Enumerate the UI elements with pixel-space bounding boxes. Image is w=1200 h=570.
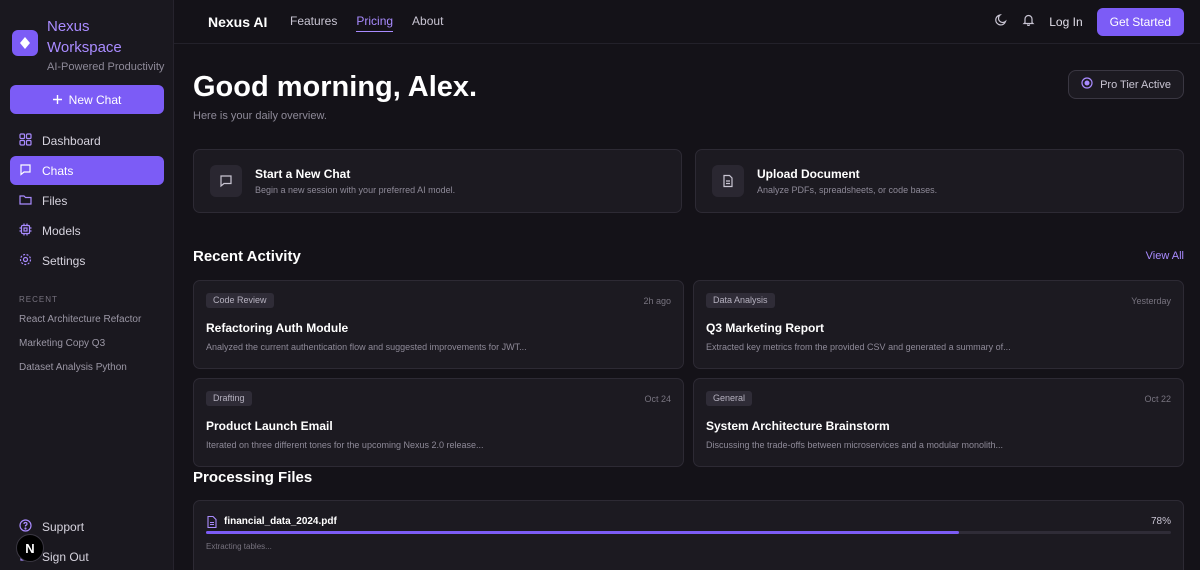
action-title: Start a New Chat: [255, 167, 351, 181]
help-circle-icon: [19, 519, 32, 535]
pro-tier-label: Pro Tier Active: [1100, 78, 1171, 91]
top-navbar: Nexus AI Features Pricing About Log In G…: [174, 0, 1200, 44]
sidebar-item-files[interactable]: Files: [10, 186, 164, 215]
sidebar-item-label: Files: [42, 193, 68, 208]
recent-item[interactable]: Dataset Analysis Python: [19, 362, 141, 386]
upload-document-card[interactable]: Upload Document Analyze PDFs, spreadshee…: [695, 149, 1184, 213]
activity-title: Refactoring Auth Module: [206, 321, 349, 335]
top-links: Features Pricing About: [290, 14, 443, 32]
chat-icon: [19, 163, 32, 179]
nav-link-about[interactable]: About: [412, 14, 443, 32]
recent-item[interactable]: Marketing Copy Q3: [19, 338, 141, 362]
login-link[interactable]: Log In: [1049, 15, 1082, 29]
file-progress-percent: 78%: [1150, 516, 1171, 527]
diamond-logo-icon: [12, 30, 38, 56]
activity-title: Product Launch Email: [206, 419, 333, 433]
activity-card[interactable]: Data Analysis Yesterday Q3 Marketing Rep…: [693, 280, 1184, 369]
document-icon: [712, 165, 744, 197]
sidebar-item-label: Models: [42, 223, 81, 238]
activity-description: Iterated on three different tones for th…: [206, 440, 484, 450]
sidebar-item-label: Chats: [42, 163, 74, 178]
grid-icon: [19, 132, 32, 149]
activity-card[interactable]: Drafting Oct 24 Product Launch Email Ite…: [193, 378, 684, 467]
processing-file-card[interactable]: financial_data_2024.pdf 78% Extracting t…: [193, 500, 1184, 570]
support-label: Support: [42, 520, 85, 534]
activity-description: Analyzed the current authentication flow…: [206, 342, 527, 352]
activity-tag: Drafting: [206, 391, 252, 406]
activity-description: Discussing the trade-offs between micros…: [706, 440, 1003, 450]
top-brand[interactable]: Nexus AI: [208, 14, 267, 30]
action-description: Analyze PDFs, spreadsheets, or code base…: [757, 185, 938, 195]
recent-item[interactable]: React Architecture Refactor: [19, 314, 141, 338]
processing-files-heading: Processing Files: [193, 469, 313, 486]
message-icon: [210, 165, 242, 197]
nav-link-features[interactable]: Features: [290, 14, 337, 32]
plus-icon: [52, 93, 62, 107]
sidebar: Nexus Workspace AI-Powered Productivity …: [0, 0, 174, 570]
recent-list: React Architecture Refactor Marketing Co…: [19, 314, 141, 386]
activity-card[interactable]: Code Review 2h ago Refactoring Auth Modu…: [193, 280, 684, 369]
new-chat-label: New Chat: [68, 92, 122, 107]
sidebar-item-chats[interactable]: Chats: [10, 156, 164, 185]
sidebar-item-label: Dashboard: [42, 133, 101, 148]
activity-card[interactable]: General Oct 22 System Architecture Brain…: [693, 378, 1184, 467]
recent-heading: RECENT: [19, 295, 58, 304]
view-all-link[interactable]: View All: [1146, 250, 1184, 262]
start-new-chat-card[interactable]: Start a New Chat Begin a new session wit…: [193, 149, 682, 213]
nav-link-pricing[interactable]: Pricing: [356, 14, 394, 32]
brand-name: Nexus Workspace: [47, 18, 122, 56]
activity-time: Yesterday: [1131, 296, 1171, 306]
n-avatar-badge[interactable]: N: [16, 534, 44, 562]
activity-time: Oct 22: [1144, 394, 1171, 404]
action-description: Begin a new session with your preferred …: [255, 185, 456, 195]
sidebar-item-label: Settings: [42, 253, 86, 268]
sidebar-nav: Dashboard Chats Files Models Settings: [10, 126, 164, 276]
file-name: financial_data_2024.pdf: [224, 516, 337, 527]
file-status: Extracting tables...: [206, 542, 272, 551]
activity-title: System Architecture Brainstorm: [706, 419, 890, 433]
activity-tag: Code Review: [206, 293, 274, 308]
gear-icon: [19, 253, 32, 269]
activity-tag: Data Analysis: [706, 293, 775, 308]
get-started-button[interactable]: Get Started: [1096, 8, 1184, 36]
activity-time: Oct 24: [644, 394, 671, 404]
activity-tag: General: [706, 391, 753, 406]
activity-description: Extracted key metrics from the provided …: [706, 342, 1011, 352]
cpu-icon: [19, 223, 32, 239]
activity-time: 2h ago: [643, 296, 671, 306]
greeting-heading: Good morning, Alex.: [193, 71, 478, 103]
pro-tier-badge[interactable]: Pro Tier Active: [1068, 70, 1184, 99]
sidebar-item-models[interactable]: Models: [10, 216, 164, 245]
progress-fill: [206, 531, 959, 534]
progress-track: [206, 531, 1171, 534]
bell-icon[interactable]: [1022, 13, 1035, 31]
brand[interactable]: Nexus Workspace AI-Powered Productivity: [12, 16, 164, 73]
top-actions: Log In Get Started: [995, 8, 1184, 36]
activity-title: Q3 Marketing Report: [706, 321, 825, 335]
greeting-subtitle: Here is your daily overview.: [193, 110, 327, 122]
sidebar-item-dashboard[interactable]: Dashboard: [10, 126, 164, 155]
folder-icon: [19, 193, 32, 209]
action-title: Upload Document: [757, 167, 860, 181]
radio-dot-icon: [1081, 77, 1093, 92]
brand-tagline: AI-Powered Productivity: [47, 61, 165, 73]
moon-icon[interactable]: [995, 13, 1008, 31]
sidebar-item-settings[interactable]: Settings: [10, 246, 164, 275]
sign-out-label: Sign Out: [42, 550, 89, 564]
new-chat-button[interactable]: New Chat: [10, 85, 164, 114]
recent-activity-heading: Recent Activity: [193, 248, 301, 265]
